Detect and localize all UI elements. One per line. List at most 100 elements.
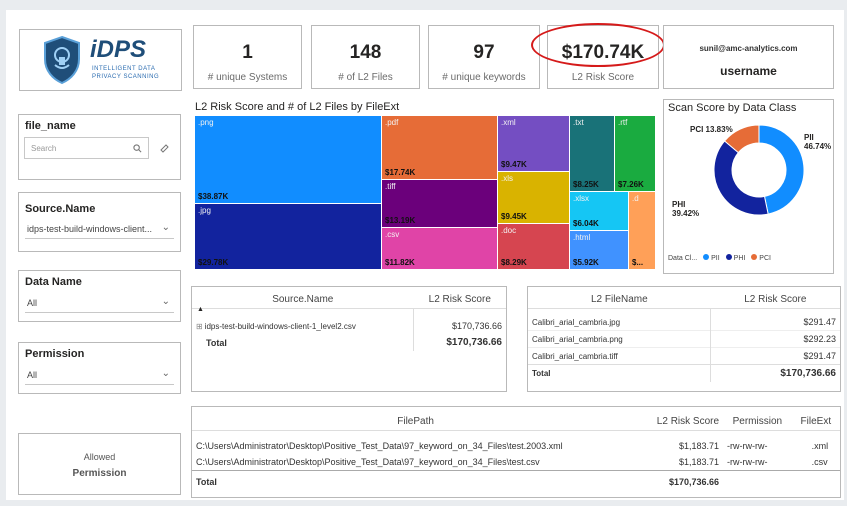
cell: ⊞ idps-test-build-windows-client-1_level2…: [192, 309, 414, 335]
donut-label-text: PII 46.74%: [804, 133, 832, 151]
treemap-tile-xml[interactable]: .xml $9.47K: [498, 116, 569, 171]
tile-label: .html: [573, 233, 591, 242]
cell: Total: [196, 477, 217, 487]
table-row[interactable]: ⊞ idps-test-build-windows-client-1_level2…: [192, 308, 506, 335]
treemap-visual: L2 Risk Score and # of L2 Files by FileE…: [191, 99, 659, 274]
kpi-unique-systems: 1 # unique Systems: [193, 25, 302, 89]
files-table-card: L2 FileName L2 Risk Score Calibri_arial_…: [527, 286, 841, 392]
tile-value: $8.25K: [573, 180, 599, 189]
cell: $1,183.71: [679, 441, 720, 451]
user-email: sunil@amc-analytics.com: [699, 44, 798, 53]
table-row[interactable]: C:\Users\Administrator\Desktop\Positive_…: [192, 454, 840, 471]
treemap-tile-txt[interactable]: .txt $8.25K: [570, 116, 614, 191]
permission-label: Permission: [72, 468, 127, 479]
expand-icon[interactable]: ⊞: [196, 322, 203, 331]
treemap-tile-jpg[interactable]: .jpg $29.78K: [195, 204, 381, 269]
treemap-tile-png[interactable]: .png $38.87K: [195, 116, 381, 203]
search-placeholder: Search: [31, 144, 57, 153]
red-annotation-circle: [531, 23, 665, 67]
cell: Calibri_arial_cambria.jpg: [532, 317, 621, 327]
column-header[interactable]: FilePath: [192, 413, 639, 431]
table-row[interactable]: C:\Users\Administrator\Desktop\Positive_…: [192, 430, 840, 455]
treemap-title: L2 Risk Score and # of L2 Files by FileE…: [195, 101, 400, 113]
legend-item[interactable]: PCI: [759, 255, 771, 262]
cell: $291.47: [710, 308, 840, 331]
slicer-permission: Permission All ⌄: [18, 342, 181, 394]
table-row[interactable]: Calibri_arial_cambria.tiff $291.47: [528, 347, 840, 365]
donut-visual: Scan Score by Data Class PCI 13.83% PII …: [663, 99, 834, 274]
data-name-dropdown[interactable]: All ⌄: [25, 293, 174, 313]
tile-label: .tiff: [385, 182, 396, 191]
slicer-title: Permission: [25, 348, 85, 360]
cell: $1,183.71: [679, 457, 720, 467]
logo-tagline-1: INTELLIGENT DATA: [92, 66, 156, 72]
column-header[interactable]: L2 Risk Score: [414, 291, 506, 309]
cell: [723, 471, 792, 491]
tile-label: .doc: [501, 226, 517, 235]
legend-item[interactable]: PII: [711, 255, 720, 262]
slicer-file-name: file_name Search: [18, 114, 181, 180]
donut-legend: Data Cl... PII PHI PCI: [668, 254, 771, 262]
column-header[interactable]: FileExt: [792, 413, 840, 431]
column-header[interactable]: L2 FileName: [528, 291, 711, 309]
tile-value: $...: [632, 258, 644, 267]
tile-label: .pdf: [385, 118, 399, 127]
treemap-tile-xlsx[interactable]: .xlsx $6.04K: [570, 192, 628, 230]
kpi-label: # of L2 Files: [338, 72, 393, 83]
treemap-tile-csv[interactable]: .csv $11.82K: [382, 228, 497, 269]
cell: Calibri_arial_cambria.tiff: [532, 351, 618, 361]
cell: $292.23: [710, 330, 840, 348]
search-icon: [133, 144, 142, 153]
tile-label: .csv: [385, 230, 400, 239]
tile-label: .xlsx: [573, 194, 589, 203]
cell: Total: [532, 369, 551, 378]
treemap-tile-tiff[interactable]: .tiff $13.19K: [382, 180, 497, 227]
shield-logo-icon: [44, 35, 80, 85]
cell: -rw-rw-rw-: [727, 457, 768, 467]
slicer-data-name: Data Name All ⌄: [18, 270, 181, 322]
source-name-dropdown[interactable]: idps-test-build-windows-client... ⌄: [25, 219, 174, 239]
username-label: username: [720, 64, 777, 78]
tile-label: .jpg: [198, 206, 211, 215]
donut-label-phi: PHI 39.42%: [672, 200, 706, 218]
cell: C:\Users\Administrator\Desktop\Positive_…: [196, 441, 563, 451]
source-table: Source.Name L2 Risk Score ⊞ idps-test-bui…: [192, 291, 506, 351]
chevron-down-icon: ⌄: [161, 368, 170, 379]
cell: Total: [206, 337, 227, 348]
kpi-label: # unique keywords: [442, 72, 526, 83]
eraser-icon[interactable]: [159, 143, 169, 153]
logo-card: iDPS INTELLIGENT DATA PRIVACY SCANNING: [19, 29, 182, 91]
permission-dropdown[interactable]: All ⌄: [25, 365, 174, 385]
chevron-down-icon: ⌄: [161, 222, 170, 233]
column-header[interactable]: Source.Name: [192, 291, 414, 309]
logo-tagline-2: PRIVACY SCANNING: [92, 74, 160, 80]
column-header[interactable]: L2 Risk Score: [711, 291, 840, 309]
legend-item[interactable]: PHI: [734, 255, 746, 262]
slicer-source-name: Source.Name idps-test-build-windows-clie…: [18, 192, 181, 252]
table-row[interactable]: Calibri_arial_cambria.jpg $291.47: [528, 308, 840, 331]
treemap-tile-xls[interactable]: .xls $9.45K: [498, 172, 569, 223]
treemap-tile-rtf[interactable]: .rtf $7.26K: [615, 116, 655, 191]
kpi-value: 148: [349, 42, 382, 63]
cell: $170,736.66: [710, 364, 840, 382]
sort-ascending-icon[interactable]: ▲: [197, 306, 204, 313]
allowed-label: Allowed: [83, 452, 116, 462]
search-input[interactable]: Search: [24, 137, 149, 159]
dropdown-value: All: [27, 298, 38, 308]
cell: -rw-rw-rw-: [727, 441, 768, 451]
treemap-tile-pdf[interactable]: .pdf $17.74K: [382, 116, 497, 179]
donut-slice-phi[interactable]: [713, 140, 769, 216]
donut-label-pci: PCI 13.83%: [690, 125, 733, 134]
cell: [792, 471, 840, 491]
source-table-card: ▲ Source.Name L2 Risk Score ⊞ idps-test-b…: [191, 286, 507, 392]
dropdown-value: All: [27, 370, 38, 380]
slicer-title: file_name: [25, 120, 76, 132]
treemap-tile-html[interactable]: .html $5.92K: [570, 231, 628, 269]
dropdown-value: idps-test-build-windows-client...: [27, 224, 153, 234]
table-row[interactable]: Calibri_arial_cambria.png $292.23: [528, 330, 840, 348]
column-header[interactable]: Permission: [723, 413, 792, 431]
treemap-tile-doc[interactable]: .doc $8.29K: [498, 224, 569, 269]
treemap-tile-d[interactable]: .d $...: [629, 192, 655, 269]
column-header[interactable]: L2 Risk Score: [639, 413, 723, 431]
donut-title: Scan Score by Data Class: [668, 102, 797, 114]
